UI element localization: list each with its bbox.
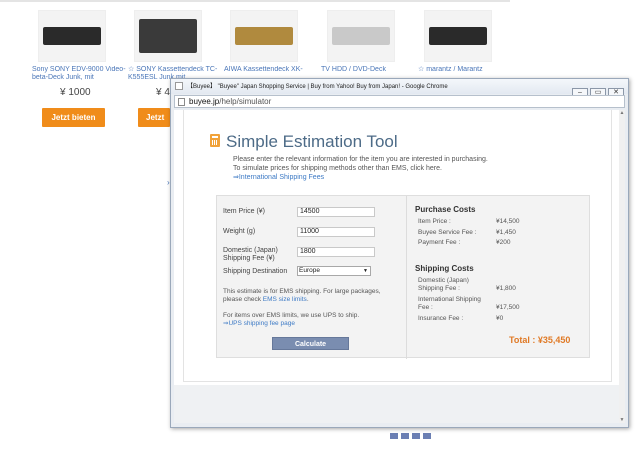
intro-line-1: Please enter the relevant information fo… <box>233 156 488 163</box>
domestic-shipping-label-line1: Domestic (Japan) <box>418 277 469 284</box>
ups-fee-link[interactable]: ⇒UPS shipping fee page <box>223 320 401 328</box>
result-item-price-value: ¥14,500 <box>496 218 520 225</box>
scroll-down-icon[interactable]: ▼ <box>619 417 625 423</box>
destination-select[interactable]: Europe ▼ <box>297 266 371 276</box>
estimation-tool-panel: Simple Estimation Tool Please enter the … <box>183 110 612 382</box>
intro-text: Please enter the relevant information fo… <box>233 155 488 182</box>
estimation-form: Item Price (¥) 14500 Weight (g) 11000 Do… <box>216 195 590 359</box>
domestic-shipping-label: Domestic (Japan) Shipping Fee : <box>418 277 469 293</box>
international-shipping-label: International Shipping Fee : <box>418 296 481 312</box>
destination-value: Europe <box>299 267 320 274</box>
product-thumbnail[interactable] <box>38 10 106 62</box>
ems-size-limits-link[interactable]: EMS size limits <box>263 296 307 303</box>
url-path: /help/simulator <box>219 97 272 106</box>
bid-button[interactable]: Jetzt bieten <box>42 108 105 127</box>
product-card[interactable]: AIWA Kassettendeck XK- <box>224 10 320 82</box>
google-icon[interactable] <box>412 433 420 439</box>
url-domain: buyee.jp <box>189 97 220 106</box>
product-price: ¥ 1000 <box>60 87 91 98</box>
buyee-favicon-icon <box>175 82 183 90</box>
form-divider <box>406 196 407 359</box>
intro-line-2: To simulate prices for shipping methods … <box>233 165 442 172</box>
payment-fee-value: ¥200 <box>496 239 511 246</box>
window-titlebar[interactable]: 【Buyee】 "Buyee" Japan Shopping Service |… <box>171 79 628 98</box>
insurance-fee-label: Insurance Fee : <box>418 315 464 322</box>
calculator-icon <box>210 134 220 147</box>
address-bar[interactable]: buyee.jp/help/simulator <box>174 95 625 108</box>
domestic-shipping-value: ¥1,800 <box>496 285 516 292</box>
top-divider <box>0 0 510 2</box>
product-title[interactable]: Sony SONY EDV-9000 Video-beta-Deck Junk,… <box>32 66 128 82</box>
input-column: Item Price (¥) 14500 Weight (g) 11000 Do… <box>217 196 407 359</box>
service-fee-value: ¥1,450 <box>496 229 516 236</box>
twitter-icon[interactable] <box>401 433 409 439</box>
window-title: 【Buyee】 "Buyee" Japan Shopping Service |… <box>187 84 448 90</box>
weight-label: Weight (g) <box>223 228 256 235</box>
ems-note: This estimate is for EMS shipping. For l… <box>223 288 401 304</box>
international-shipping-link[interactable]: ⇒International Shipping Fees <box>233 173 488 182</box>
product-card[interactable]: ☆ marantz / Marantz <box>418 10 514 82</box>
ups-note: For items over EMS limits, we use UPS to… <box>223 312 401 328</box>
domestic-fee-input[interactable]: 1800 <box>297 247 375 257</box>
insurance-fee-value: ¥0 <box>496 315 504 322</box>
domestic-fee-label-line1: Domestic (Japan) <box>223 247 278 254</box>
shipping-costs-heading: Shipping Costs <box>415 264 474 273</box>
domestic-fee-label-line2: Shipping Fee (¥) <box>223 255 275 262</box>
ems-note-suffix: . <box>306 296 309 303</box>
facebook-icon[interactable] <box>390 433 398 439</box>
calculate-button[interactable]: Calculate <box>272 337 349 350</box>
product-thumbnail[interactable] <box>424 10 492 62</box>
footer-band <box>174 385 625 423</box>
weight-input[interactable]: 11000 <box>297 227 375 237</box>
product-card[interactable]: Sony SONY EDV-9000 Video-beta-Deck Junk,… <box>32 10 128 98</box>
purchase-costs-heading: Purchase Costs <box>415 205 476 214</box>
service-fee-label: Buyee Service Fee : <box>418 229 477 236</box>
payment-fee-label: Payment Fee : <box>418 239 461 246</box>
page-viewport: Simple Estimation Tool Please enter the … <box>174 110 625 423</box>
result-item-price-label: Item Price : <box>418 218 451 225</box>
chevron-down-icon: ▼ <box>363 268 368 274</box>
international-shipping-label-line2: Fee : <box>418 304 433 311</box>
vertical-scrollbar[interactable]: ▲ ▼ <box>619 110 625 423</box>
domestic-shipping-label-line2: Shipping Fee : <box>418 285 460 292</box>
bid-button[interactable]: Jetzt <box>138 108 170 127</box>
share-icon[interactable] <box>423 433 431 439</box>
item-price-input[interactable]: 14500 <box>297 207 375 217</box>
page-icon <box>178 98 185 106</box>
url-text[interactable]: buyee.jp/help/simulator <box>189 97 271 106</box>
international-shipping-value: ¥17,500 <box>496 304 520 311</box>
product-thumbnail[interactable] <box>134 10 202 62</box>
product-thumbnail[interactable] <box>230 10 298 62</box>
browser-popup-window: 【Buyee】 "Buyee" Japan Shopping Service |… <box>170 78 629 428</box>
item-price-label: Item Price (¥) <box>223 208 266 215</box>
international-shipping-label-line1: International Shipping <box>418 296 481 303</box>
product-card[interactable]: TV HDD / DVD-Deck <box>321 10 417 82</box>
ups-note-text: For items over EMS limits, we use UPS to… <box>223 312 360 319</box>
total-estimate: Total : ¥35,450 <box>509 335 571 345</box>
page-title: Simple Estimation Tool <box>226 132 398 151</box>
product-thumbnail[interactable] <box>327 10 395 62</box>
destination-label: Shipping Destination <box>223 268 288 275</box>
scroll-up-icon[interactable]: ▲ <box>619 110 625 116</box>
domestic-fee-label: Domestic (Japan) Shipping Fee (¥) <box>223 247 278 263</box>
